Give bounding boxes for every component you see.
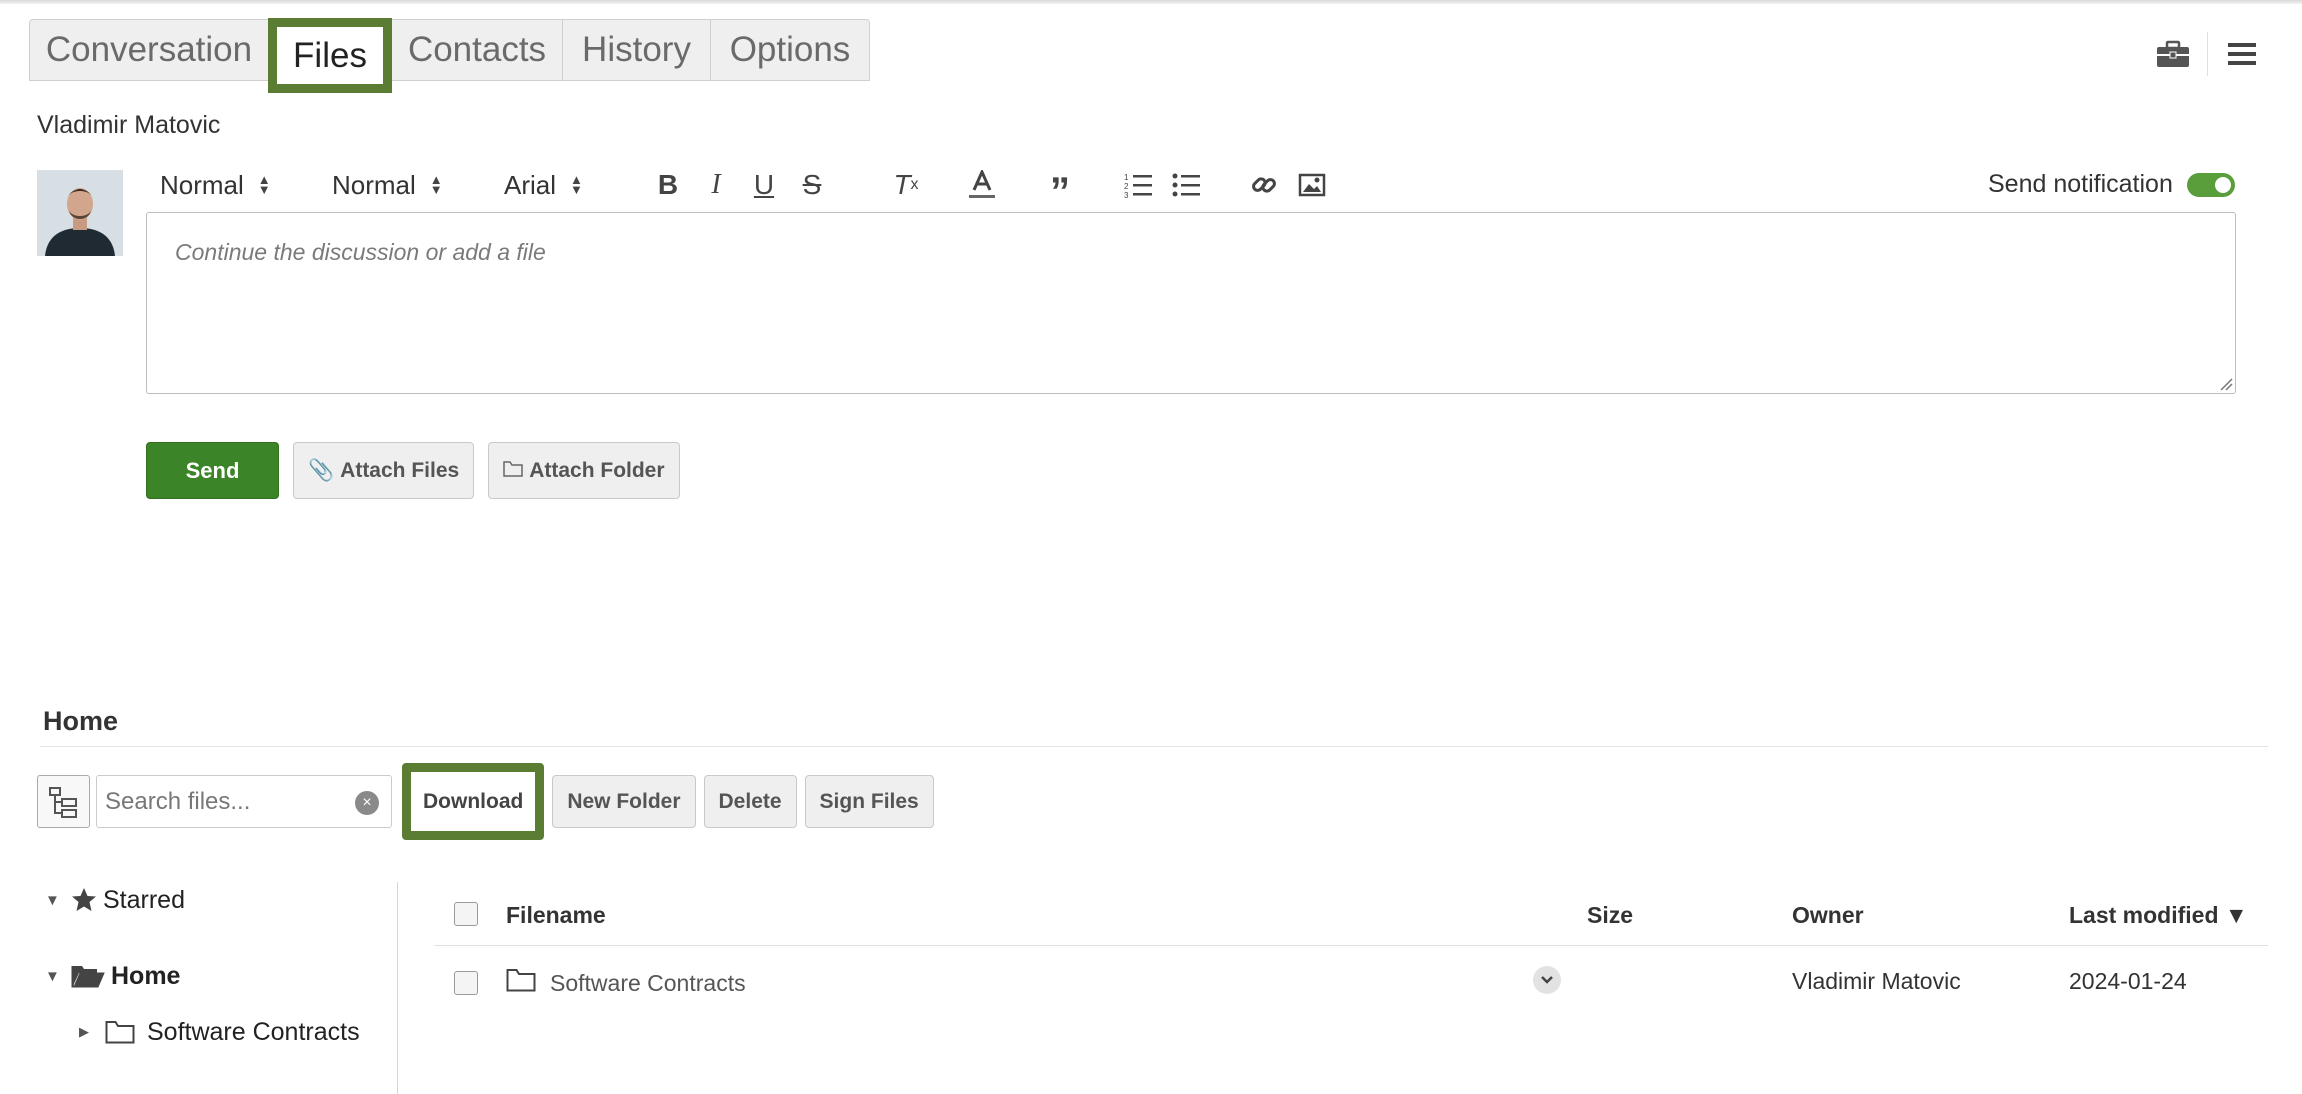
strikethrough-icon[interactable]: S xyxy=(788,165,836,205)
paperclip-icon: 📎 xyxy=(308,458,335,482)
files-toolbar: × Download New Folder Delete Sign Files xyxy=(37,763,934,840)
folder-icon xyxy=(105,1020,147,1044)
row-actions-chevron-down-icon[interactable] xyxy=(1533,966,1561,994)
column-owner[interactable]: Owner xyxy=(1792,902,1864,929)
delete-button[interactable]: Delete xyxy=(703,775,797,828)
author-name: Vladimir Matovic xyxy=(37,111,221,139)
send-notification-label: Send notification xyxy=(1988,170,2173,198)
tab-contacts[interactable]: Contacts xyxy=(391,19,563,81)
hamburger-menu-icon[interactable] xyxy=(2222,34,2262,74)
files-section-title: Home xyxy=(43,706,119,736)
editor-toolbar: Normal ▲ ▼ Normal ▲ ▼ Arial ▲ ▼ B I U S Tx … xyxy=(160,165,1336,214)
tab-bar: Conversation Files Contacts History Opti… xyxy=(29,18,870,93)
table-row[interactable]: Software Contracts Vladimir Matovic 2024… xyxy=(434,960,2268,1006)
underline-icon[interactable]: U xyxy=(740,165,788,205)
bold-icon[interactable]: B xyxy=(644,165,692,205)
top-border xyxy=(0,0,2302,4)
link-icon[interactable] xyxy=(1240,165,1288,205)
folder-tree: ▼ Starred ▼ Home ▶ Software Contracts xyxy=(45,880,360,1052)
star-icon xyxy=(71,887,103,913)
image-icon[interactable] xyxy=(1288,165,1336,205)
bullet-list-icon[interactable] xyxy=(1162,165,1210,205)
select-arrows-icon: ▲ ▼ xyxy=(257,172,271,197)
download-button[interactable]: Download xyxy=(402,763,545,840)
clear-format-icon[interactable]: Tx xyxy=(882,165,930,205)
tab-files[interactable]: Files xyxy=(268,18,392,93)
select-all-checkbox[interactable] xyxy=(454,902,478,926)
send-button[interactable]: Send xyxy=(146,442,279,499)
avatar xyxy=(37,170,123,256)
tree-label-starred: Starred xyxy=(103,885,185,914)
tab-history[interactable]: History xyxy=(562,19,711,81)
font-select-label: Arial xyxy=(504,169,557,200)
size-select[interactable]: Normal ▲ ▼ xyxy=(332,170,504,201)
file-table-header: Filename Size Owner Last modified ▼ xyxy=(434,890,2268,946)
sign-files-button[interactable]: Sign Files xyxy=(804,775,934,828)
attach-folder-button[interactable]: Attach Folder xyxy=(488,442,680,499)
text-color-icon[interactable] xyxy=(958,165,1006,205)
column-size[interactable]: Size xyxy=(1587,902,1633,929)
svg-text:2: 2 xyxy=(1124,182,1129,191)
blockquote-icon[interactable]: ” xyxy=(1036,165,1084,214)
message-actions: Send 📎 Attach Files Attach Folder xyxy=(146,442,680,499)
heading-select[interactable]: Normal ▲ ▼ xyxy=(160,170,332,201)
collapsed-caret-icon: ▶ xyxy=(79,1024,89,1039)
editor-placeholder: Continue the discussion or add a file xyxy=(175,239,546,265)
message-editor[interactable]: Continue the discussion or add a file xyxy=(146,212,2236,394)
file-search: × xyxy=(96,775,392,828)
send-notification: Send notification xyxy=(1988,170,2235,199)
svg-text:3: 3 xyxy=(1124,191,1129,198)
top-right-icons xyxy=(2153,32,2262,76)
icon-separator xyxy=(2207,32,2208,76)
new-folder-button[interactable]: New Folder xyxy=(552,775,696,828)
folder-open-icon xyxy=(71,963,111,989)
expand-caret-icon: ▼ xyxy=(45,967,60,985)
tree-label-home: Home xyxy=(111,961,181,990)
section-divider xyxy=(40,746,2268,747)
column-last-modified[interactable]: Last modified ▼ xyxy=(2069,902,2248,929)
select-arrows-icon: ▲ ▼ xyxy=(570,172,583,197)
svg-text:1: 1 xyxy=(1124,173,1129,182)
clear-search-icon[interactable]: × xyxy=(355,791,379,815)
font-select[interactable]: Arial ▲ ▼ xyxy=(504,170,644,201)
select-arrows-icon: ▲ ▼ xyxy=(429,172,443,197)
file-modified: 2024-01-24 xyxy=(2069,968,2187,994)
attach-files-button[interactable]: 📎 Attach Files xyxy=(293,442,475,499)
tab-conversation[interactable]: Conversation xyxy=(29,19,269,81)
tree-node-software-contracts[interactable]: ▶ Software Contracts xyxy=(79,1012,360,1052)
resize-grip-icon[interactable] xyxy=(2219,377,2233,391)
folder-icon xyxy=(503,459,523,483)
file-name: Software Contracts xyxy=(550,969,746,996)
send-notification-toggle[interactable] xyxy=(2186,172,2235,197)
tree-divider xyxy=(397,882,398,1094)
folder-icon xyxy=(506,968,536,998)
size-select-label: Normal xyxy=(332,169,416,200)
search-input[interactable] xyxy=(97,787,337,816)
heading-select-label: Normal xyxy=(160,169,244,200)
tree-view-toggle-icon[interactable] xyxy=(37,775,90,828)
attach-files-label: Attach Files xyxy=(340,458,460,482)
attach-folder-label: Attach Folder xyxy=(529,458,665,482)
expand-caret-icon: ▼ xyxy=(45,891,60,909)
tree-label-software-contracts: Software Contracts xyxy=(147,1017,360,1046)
tree-node-starred[interactable]: ▼ Starred xyxy=(45,880,360,920)
ordered-list-icon[interactable]: 123 xyxy=(1114,165,1162,205)
italic-icon[interactable]: I xyxy=(692,165,740,205)
file-name-link[interactable]: Software Contracts xyxy=(506,968,746,998)
file-owner: Vladimir Matovic xyxy=(1792,968,1961,994)
tree-node-home[interactable]: ▼ Home xyxy=(45,956,360,996)
briefcase-icon[interactable] xyxy=(2153,34,2193,74)
tab-options[interactable]: Options xyxy=(710,19,870,81)
column-filename[interactable]: Filename xyxy=(506,902,606,929)
row-checkbox[interactable] xyxy=(454,971,478,995)
